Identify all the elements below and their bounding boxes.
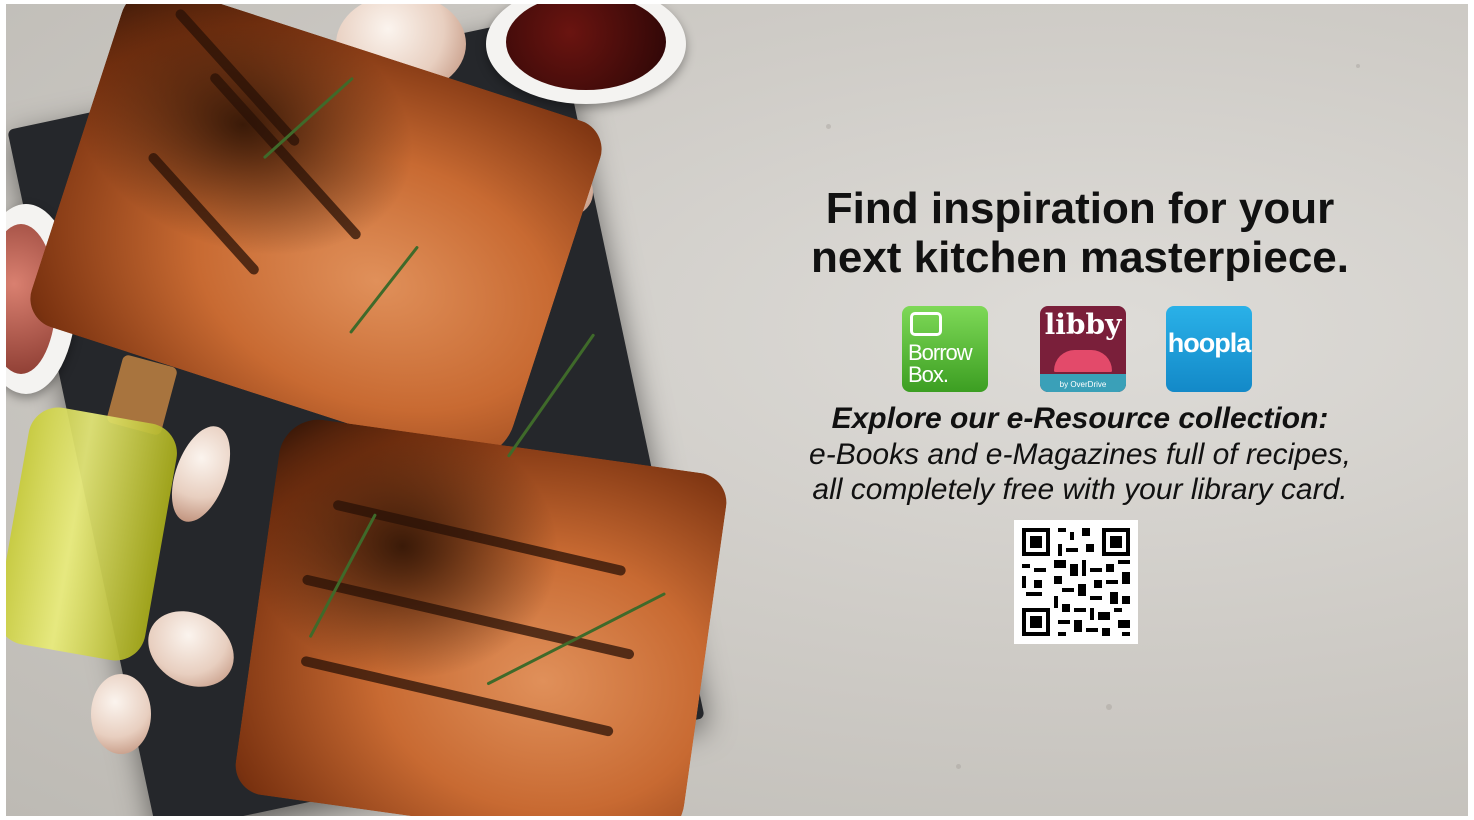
explore-line-2: all completely free with your library ca…	[812, 473, 1348, 506]
hoopla-icon[interactable]: hoopla	[1166, 306, 1252, 392]
headline-line-1: Find inspiration for your	[825, 184, 1335, 233]
explore-heading: Explore our e-Resource collection:	[831, 402, 1329, 435]
libby-icon[interactable]: libby by OverDrive	[1040, 306, 1126, 392]
headline-line-2: next kitchen masterpiece.	[810, 233, 1349, 282]
chat-bubble-icon	[910, 312, 942, 336]
borrowbox-icon[interactable]: Borrow Box.	[902, 306, 988, 392]
explore-line-1: e-Books and e-Magazines full of recipes,	[809, 438, 1351, 471]
borrowbox-label-1: Borrow	[908, 340, 973, 365]
grilled-ribs	[231, 414, 731, 816]
libby-subtitle: by OverDrive	[1059, 380, 1107, 389]
hoopla-label: hoopla	[1167, 328, 1252, 358]
qr-code-icon[interactable]	[1014, 520, 1138, 644]
libby-label: libby	[1044, 308, 1122, 341]
book-icon	[1054, 350, 1112, 372]
garlic-clove	[91, 674, 151, 754]
borrowbox-label-2: Box.	[908, 362, 949, 387]
qr-code-graphic	[1014, 520, 1138, 644]
headline: Find inspiration for your next kitchen m…	[760, 184, 1400, 282]
